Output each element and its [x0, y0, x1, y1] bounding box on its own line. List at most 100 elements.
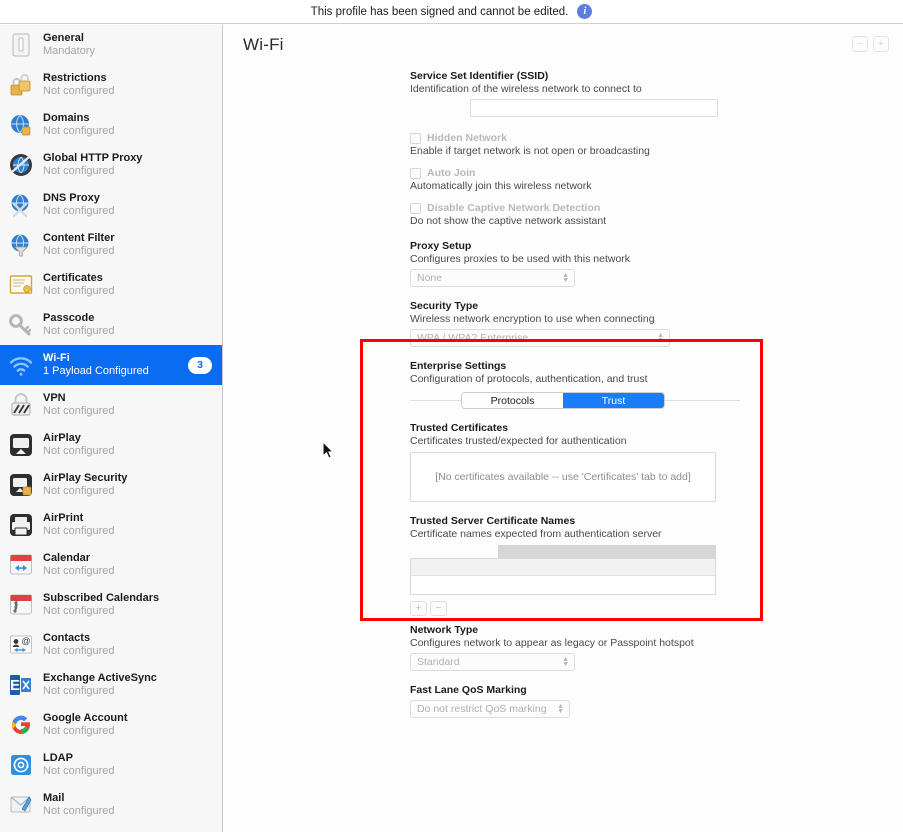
auto-join-group: Auto Join Automatically join this wirele… [410, 167, 740, 192]
sidebar-item-passcode[interactable]: Passcode Not configured [0, 305, 222, 345]
sidebar-item-global-http-proxy[interactable]: Global HTTP Proxy Not configured [0, 145, 222, 185]
info-icon[interactable]: i [577, 4, 593, 19]
dns-proxy-globe-tools-icon [11, 194, 29, 218]
sidebar-item-airplay-security[interactable]: AirPlay Security Not configured [0, 465, 222, 505]
sidebar-item-text: Calendar Not configured [43, 552, 212, 578]
tab-trust[interactable]: Trust [563, 393, 664, 408]
sidebar-item-general[interactable]: General Mandatory [0, 25, 222, 65]
fast-lane-value: Do not restrict QoS marking [417, 703, 547, 715]
sidebar-item-google-account[interactable]: Google Account Not configured [0, 705, 222, 745]
hidden-network-checkbox[interactable] [410, 132, 421, 144]
ssid-description: Identification of the wireless network t… [410, 83, 642, 95]
sidebar-item-vpn[interactable]: VPN Not configured [0, 385, 222, 425]
zoom-buttons[interactable]: − + [852, 36, 889, 52]
table-row[interactable] [411, 559, 715, 576]
sidebar-item-contacts[interactable]: @ Contacts Not configured [0, 625, 222, 665]
restrictions-locks-icon [8, 72, 34, 98]
dns-proxy-globe-tools-icon [8, 192, 34, 218]
disable-captive-group: Disable Captive Network Detection Do not… [410, 202, 740, 227]
sidebar-item-status: Not configured [43, 765, 115, 777]
sidebar-item-restrictions[interactable]: Restrictions Not configured [0, 65, 222, 105]
airplay-security-icon [10, 474, 32, 496]
sidebar-item-status: Mandatory [43, 45, 95, 57]
sidebar-item-subscribed-calendars[interactable]: Subscribed Calendars Not configured [0, 585, 222, 625]
enterprise-settings-group: Enterprise Settings Configuration of pro… [410, 360, 740, 409]
ssid-input[interactable] [470, 99, 718, 117]
mail-icon [10, 796, 32, 813]
trusted-certificates-list[interactable]: [No certificates available -- use 'Certi… [410, 452, 716, 502]
airprint-printer-icon [10, 514, 32, 536]
sidebar-item-airprint[interactable]: AirPrint Not configured [0, 505, 222, 545]
trusted-server-cert-names-table[interactable] [410, 545, 716, 595]
sidebar-item-text: Passcode Not configured [43, 312, 212, 338]
fast-lane-select[interactable]: Do not restrict QoS marking ▲ ▼ [410, 700, 570, 718]
ldap-at-icon [11, 755, 31, 775]
configuration-profile-window: This profile has been signed and cannot … [0, 0, 903, 832]
sidebar-item-status: Not configured [43, 205, 115, 217]
enterprise-settings-label: Enterprise Settings [410, 360, 507, 372]
sidebar-item-status: 1 Payload Configured [43, 365, 149, 377]
sidebar-item-status: Not configured [43, 165, 115, 177]
sidebar-item-dns-proxy[interactable]: DNS Proxy Not configured [0, 185, 222, 225]
sidebar-item-label: Restrictions [43, 72, 107, 84]
add-row-button[interactable]: + [410, 601, 427, 616]
security-type-select[interactable]: WPA / WPA2 Enterprise ▲ ▼ [410, 329, 670, 347]
disable-captive-checkbox-row[interactable]: Disable Captive Network Detection [410, 202, 740, 214]
sidebar-item-exchange-activesync[interactable]: E Exchange ActiveSync Not configured [0, 665, 222, 705]
auto-join-checkbox-row[interactable]: Auto Join [410, 167, 740, 179]
sidebar-item-text: Contacts Not configured [43, 632, 212, 658]
sidebar-item-status: Not configured [43, 645, 115, 657]
sidebar-item-label: Contacts [43, 632, 91, 644]
enterprise-settings-description: Configuration of protocols, authenticati… [410, 373, 648, 385]
contacts-icon: @ [8, 632, 34, 658]
zoom-out-button[interactable]: − [852, 36, 868, 52]
sidebar-item-status: Not configured [43, 325, 115, 337]
remove-row-button[interactable]: − [430, 601, 447, 616]
svg-text:E: E [10, 677, 20, 694]
sidebar-item-label: AirPrint [43, 512, 84, 524]
sidebar-item-certificates[interactable]: Certificates Not configured [0, 265, 222, 305]
sidebar-item-wi-fi[interactable]: Wi-Fi 1 Payload Configured 3 [0, 345, 222, 385]
sidebar-item-status: Not configured [43, 485, 115, 497]
sidebar-item-text: Exchange ActiveSync Not configured [43, 672, 212, 698]
sidebar-item-ldap[interactable]: LDAP Not configured [0, 745, 222, 785]
sidebar-item-domains[interactable]: Domains Not configured [0, 105, 222, 145]
sidebar-item-text: AirPlay Not configured [43, 432, 212, 458]
proxy-setup-select[interactable]: None ▲ ▼ [410, 269, 575, 287]
table-body[interactable] [410, 558, 716, 595]
sidebar-item-calendar[interactable]: Calendar Not configured [0, 545, 222, 585]
sidebar-item-label: Passcode [43, 312, 95, 324]
auto-join-checkbox[interactable] [410, 167, 421, 179]
table-add-remove-buttons[interactable]: + − [410, 601, 740, 616]
general-device-icon [12, 33, 30, 57]
sidebar-item-text: Global HTTP Proxy Not configured [43, 152, 212, 178]
proxy-setup-description: Configures proxies to be used with this … [410, 253, 631, 265]
sidebar-item-content-filter[interactable]: Content Filter Not configured [0, 225, 222, 265]
segmented-control[interactable]: Protocols Trust [461, 392, 665, 409]
trusted-server-cert-names-label: Trusted Server Certificate Names [410, 515, 576, 527]
sidebar-item-status: Not configured [43, 285, 115, 297]
zoom-in-button[interactable]: + [873, 36, 889, 52]
content-filter-globe-funnel-icon [11, 234, 29, 257]
mouse-cursor [322, 441, 334, 459]
proxy-setup-value: None [417, 272, 443, 284]
google-account-icon [8, 712, 34, 738]
sidebar-item-mail[interactable]: Mail Not configured [0, 785, 222, 825]
network-type-select[interactable]: Standard ▲ ▼ [410, 653, 575, 671]
payload-detail-pane: Wi-Fi − + Service Set Identifier (SSID) … [224, 25, 903, 832]
sidebar-item-label: DNS Proxy [43, 192, 100, 204]
sidebar-item-macos-server-account[interactable]: macOS Server Account [0, 825, 222, 832]
sidebar-item-status: Not configured [43, 685, 115, 697]
sidebar-item-airplay[interactable]: AirPlay Not configured [0, 425, 222, 465]
table-row[interactable] [411, 576, 715, 593]
sidebar-item-text: AirPlay Security Not configured [43, 472, 212, 498]
hidden-network-checkbox-row[interactable]: Hidden Network [410, 132, 740, 144]
trusted-certificates-label: Trusted Certificates [410, 422, 509, 434]
sidebar-item-label: VPN [43, 392, 66, 404]
disable-captive-checkbox[interactable] [410, 202, 421, 214]
payload-sidebar[interactable]: General Mandatory Restrictions Not configur… [0, 25, 223, 832]
sidebar-item-status: Not configured [43, 725, 115, 737]
calendar-icon [8, 552, 34, 578]
ldap-at-icon [8, 752, 34, 778]
tab-protocols[interactable]: Protocols [462, 393, 563, 408]
